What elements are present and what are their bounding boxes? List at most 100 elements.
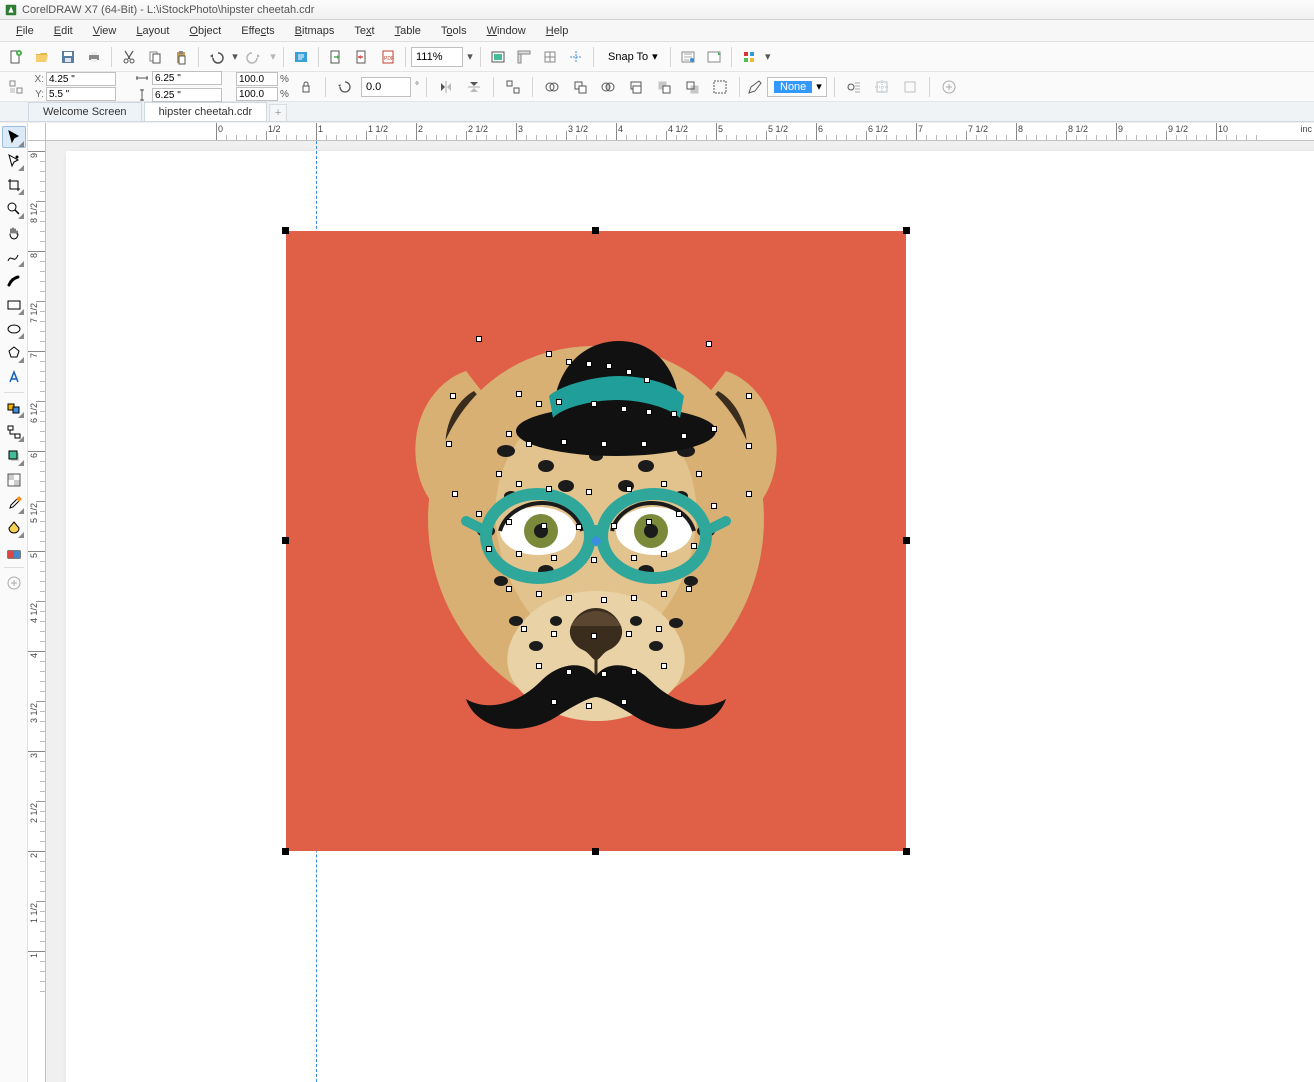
cut-button[interactable] — [117, 45, 141, 69]
edit-node[interactable] — [644, 377, 650, 383]
edit-node[interactable] — [631, 595, 637, 601]
edit-node[interactable] — [591, 401, 597, 407]
edit-node[interactable] — [506, 431, 512, 437]
show-guidelines-button[interactable] — [564, 45, 588, 69]
interactive-fill-tool[interactable] — [2, 517, 26, 539]
outline-width-dropdown[interactable]: None ▾ — [767, 77, 827, 97]
x-position-input[interactable] — [46, 72, 116, 86]
connector-tool[interactable] — [2, 421, 26, 443]
menu-file[interactable]: File — [6, 23, 44, 39]
edit-node[interactable] — [681, 433, 687, 439]
edit-node[interactable] — [661, 481, 667, 487]
menu-layout[interactable]: Layout — [126, 23, 179, 39]
edit-node[interactable] — [551, 631, 557, 637]
edit-node[interactable] — [626, 631, 632, 637]
edit-node[interactable] — [601, 671, 607, 677]
edit-node[interactable] — [566, 595, 572, 601]
edit-node[interactable] — [641, 441, 647, 447]
import-button[interactable] — [324, 45, 348, 69]
undo-dropdown[interactable]: ▾ — [230, 47, 240, 67]
edit-node[interactable] — [646, 409, 652, 415]
edit-node[interactable] — [526, 441, 532, 447]
smart-fill-tool[interactable] — [2, 541, 26, 563]
menu-help[interactable]: Help — [536, 23, 579, 39]
menu-table[interactable]: Table — [385, 23, 431, 39]
edit-node[interactable] — [496, 471, 502, 477]
artistic-media-tool[interactable] — [2, 270, 26, 292]
rectangle-tool[interactable] — [2, 294, 26, 316]
intersect-button[interactable] — [596, 75, 620, 99]
zoom-dropdown[interactable]: ▾ — [465, 47, 475, 67]
ungroup-button[interactable] — [501, 75, 525, 99]
horizontal-ruler[interactable]: 01/211 1/222 1/233 1/244 1/255 1/266 1/2… — [46, 123, 1314, 141]
edit-node[interactable] — [661, 551, 667, 557]
edit-node[interactable] — [746, 491, 752, 497]
edit-node[interactable] — [476, 511, 482, 517]
mirror-horizontal-button[interactable] — [434, 75, 458, 99]
pan-tool[interactable] — [2, 222, 26, 244]
print-button[interactable] — [82, 45, 106, 69]
menu-edit[interactable]: Edit — [44, 23, 83, 39]
edit-node[interactable] — [676, 511, 682, 517]
edit-node[interactable] — [446, 441, 452, 447]
color-eyedropper-tool[interactable] — [2, 493, 26, 515]
edit-node[interactable] — [656, 626, 662, 632]
selection-handle-bm[interactable] — [592, 848, 599, 855]
parallel-dimension-tool[interactable] — [2, 397, 26, 419]
edit-node[interactable] — [601, 441, 607, 447]
quick-customize-button[interactable] — [937, 75, 961, 99]
zoom-level-input[interactable] — [411, 47, 463, 67]
edit-node[interactable] — [551, 699, 557, 705]
save-button[interactable] — [56, 45, 80, 69]
edit-node[interactable] — [576, 524, 582, 530]
front-minus-back-button[interactable] — [652, 75, 676, 99]
selection-handle-bl[interactable] — [282, 848, 289, 855]
edit-node[interactable] — [746, 393, 752, 399]
add-tab-button[interactable]: + — [269, 104, 287, 121]
create-boundary-button[interactable] — [708, 75, 732, 99]
selection-handle-br[interactable] — [903, 848, 910, 855]
weld-button[interactable] — [540, 75, 564, 99]
edit-node[interactable] — [561, 439, 567, 445]
edit-node[interactable] — [686, 586, 692, 592]
edit-node[interactable] — [591, 557, 597, 563]
wrap-text-button[interactable] — [842, 75, 866, 99]
selection-handle-ml[interactable] — [282, 537, 289, 544]
trim-button[interactable] — [568, 75, 592, 99]
edit-node[interactable] — [506, 586, 512, 592]
scale-y-input[interactable] — [236, 87, 278, 101]
edit-node[interactable] — [506, 519, 512, 525]
menu-bitmaps[interactable]: Bitmaps — [285, 23, 345, 39]
options-button[interactable] — [676, 45, 700, 69]
edit-node[interactable] — [521, 626, 527, 632]
freehand-tool[interactable] — [2, 246, 26, 268]
shape-tool[interactable] — [2, 150, 26, 172]
edit-node[interactable] — [671, 411, 677, 417]
canvas[interactable] — [46, 141, 1314, 1082]
ellipse-tool[interactable] — [2, 318, 26, 340]
edit-node[interactable] — [711, 503, 717, 509]
tab-welcome[interactable]: Welcome Screen — [28, 102, 142, 121]
search-content-button[interactable] — [289, 45, 313, 69]
edit-node[interactable] — [452, 491, 458, 497]
edit-node[interactable] — [536, 591, 542, 597]
show-rulers-button[interactable] — [512, 45, 536, 69]
paste-button[interactable] — [169, 45, 193, 69]
menu-window[interactable]: Window — [477, 23, 536, 39]
edit-node[interactable] — [486, 546, 492, 552]
mirror-vertical-button[interactable] — [462, 75, 486, 99]
edit-node[interactable] — [476, 336, 482, 342]
lock-ratio-button[interactable] — [294, 75, 318, 99]
publish-pdf-button[interactable]: PDF — [376, 45, 400, 69]
edit-node[interactable] — [536, 401, 542, 407]
show-grid-button[interactable] — [538, 45, 562, 69]
edit-node[interactable] — [450, 393, 456, 399]
launch-button[interactable] — [702, 45, 726, 69]
vertical-ruler[interactable]: 98 1/287 1/276 1/265 1/254 1/243 1/232 1… — [28, 141, 46, 1082]
edit-node[interactable] — [746, 443, 752, 449]
edit-node[interactable] — [516, 481, 522, 487]
width-input[interactable] — [152, 71, 222, 85]
snap-to-button[interactable]: Snap To ▾ — [599, 46, 665, 68]
fullscreen-preview-button[interactable] — [486, 45, 510, 69]
transparency-tool[interactable] — [2, 469, 26, 491]
